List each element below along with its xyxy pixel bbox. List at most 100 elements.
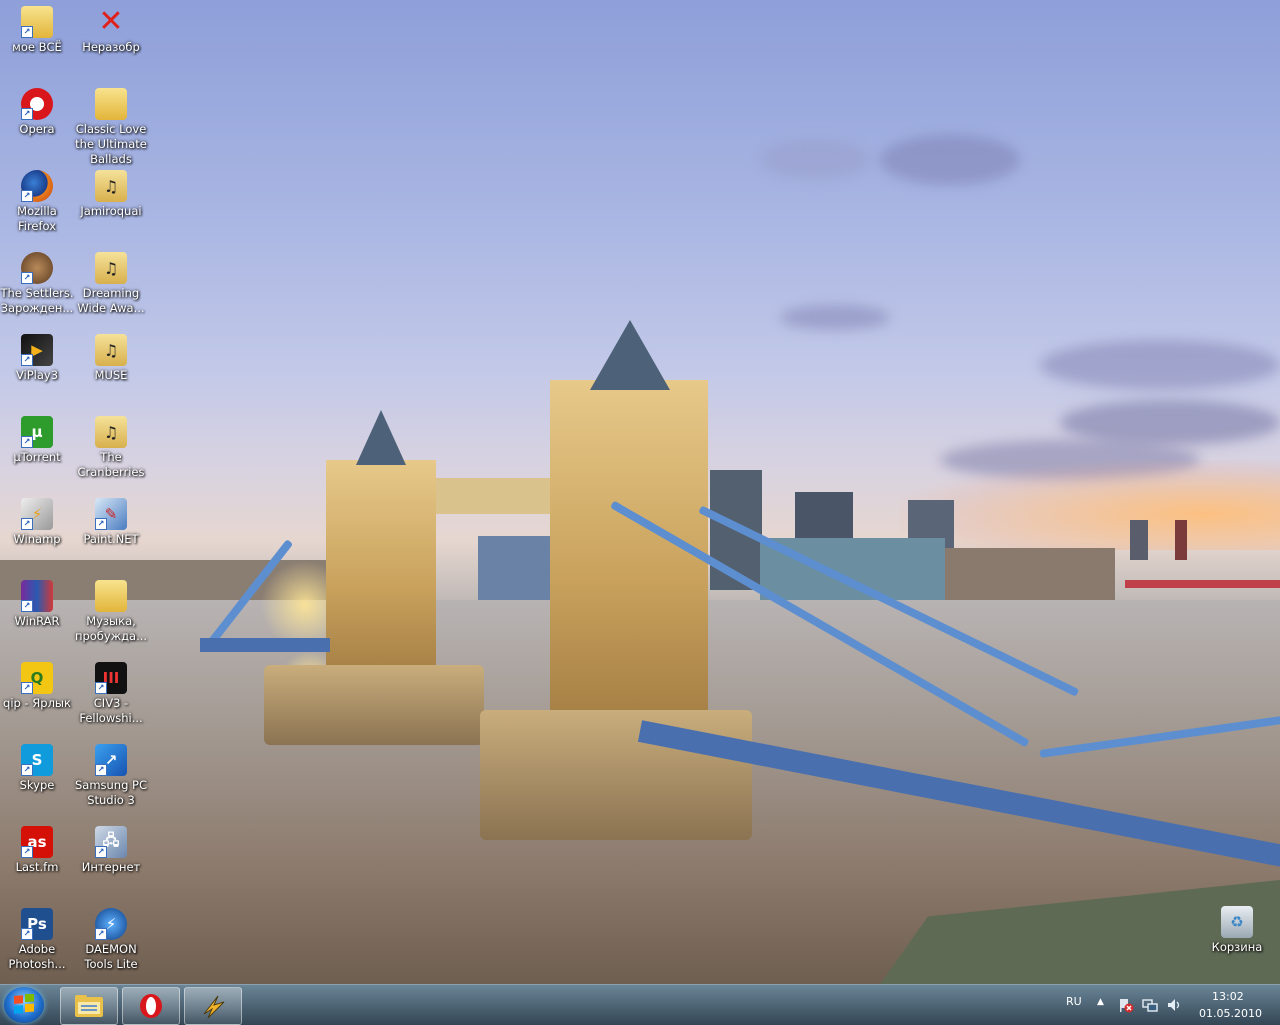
desktop-icon-label: ViPlay3: [15, 368, 59, 382]
desktop-icon-label: Paint.NET: [83, 532, 139, 546]
desktop-icon-label: Samsung PC Studio 3: [74, 778, 148, 807]
folder-icon: [95, 88, 127, 120]
desktop-icon[interactable]: Ps ↗ Adobe Photosh...: [0, 908, 75, 972]
shortcut-arrow-icon: ↗: [21, 764, 33, 776]
shortcut-arrow-icon: ↗: [95, 682, 107, 694]
desktop-icon[interactable]: ⚡ ↗ DAEMON Tools Lite: [73, 908, 149, 972]
firefox-icon: ↗: [21, 170, 53, 202]
desktop-icon[interactable]: Q ↗ qip - Ярлык: [0, 662, 75, 711]
civ3-icon: III ↗: [95, 662, 127, 694]
desktop-icon-label: Last.fm: [15, 860, 59, 874]
taskbar-winamp-button[interactable]: [184, 987, 242, 1025]
desktop-icon-label: Winamp: [13, 532, 61, 546]
samsung-icon: ↗ ↗: [95, 744, 127, 776]
shortcut-arrow-icon: ↗: [21, 436, 33, 448]
shortcut-arrow-icon: ↗: [21, 354, 33, 366]
shortcut-arrow-icon: ↗: [21, 108, 33, 120]
desktop-icon-label: Jamiroquai: [80, 204, 142, 218]
explorer-icon: [75, 995, 103, 1017]
desktop-icon[interactable]: ✕ Неразобр: [73, 6, 149, 55]
shortcut-arrow-icon: ↗: [95, 764, 107, 776]
windows-logo-icon: [14, 994, 34, 1014]
desktop-icon[interactable]: ↗ Opera: [0, 88, 75, 137]
desktop-icon[interactable]: S ↗ Skype: [0, 744, 75, 793]
desktop-icon-label: DAEMON Tools Lite: [84, 942, 138, 971]
qip-icon: Q ↗: [21, 662, 53, 694]
start-button[interactable]: [4, 987, 44, 1023]
taskbar-opera-button[interactable]: [122, 987, 180, 1025]
settlers-icon: ↗: [21, 252, 53, 284]
desktop-icon[interactable]: ♻ Корзина: [1199, 906, 1275, 955]
winamp-icon: [203, 995, 225, 1019]
desktop-icon-label: µTorrent: [13, 450, 61, 464]
desktop-icon[interactable]: 🖧 ↗ Интернет: [73, 826, 149, 875]
music-folder-icon: ♫: [95, 170, 127, 202]
desktop-icon[interactable]: ↗ Mozilla Firefox: [0, 170, 75, 234]
music-folder-icon: ♫: [95, 252, 127, 284]
desktop-icon[interactable]: ✎ ↗ Paint.NET: [73, 498, 149, 547]
desktop: ↗ мое ВСЁ ✕ Неразобр ↗ Opera Classic Love the …: [0, 0, 1280, 984]
desktop-icon-label: CIV3 - Fellowshi...: [79, 696, 143, 725]
desktop-icon-label: The Settlers. Зарожден...: [0, 286, 74, 315]
photoshop-icon: Ps ↗: [21, 908, 53, 940]
desktop-icon[interactable]: ♫ MUSE: [73, 334, 149, 383]
desktop-icon[interactable]: ↗ мое ВСЁ: [0, 6, 75, 55]
shortcut-arrow-icon: ↗: [21, 518, 33, 530]
paintnet-icon: ✎ ↗: [95, 498, 127, 530]
desktop-icon[interactable]: ↗ The Settlers. Зарожден...: [0, 252, 75, 316]
opera-icon: [140, 994, 162, 1018]
utorrent-icon: µ ↗: [21, 416, 53, 448]
desktop-icon[interactable]: ♫ Dreaming Wide Awa...: [73, 252, 149, 316]
winamp-icon: ⚡ ↗: [21, 498, 53, 530]
desktop-icon-label: Classic Love the Ultimate Ballads: [75, 122, 147, 166]
shortcut-arrow-icon: ↗: [95, 928, 107, 940]
desktop-icon-label: Dreaming Wide Awa...: [77, 286, 145, 315]
daemon-tools-icon: ⚡ ↗: [95, 908, 127, 940]
taskbar-explorer-button[interactable]: [60, 987, 118, 1025]
shortcut-arrow-icon: ↗: [21, 26, 33, 38]
viplay-icon: ▶ ↗: [21, 334, 53, 366]
shortcut-arrow-icon: ↗: [21, 272, 33, 284]
desktop-icon-label: Музыка, пробужда...: [74, 614, 148, 643]
language-indicator[interactable]: RU: [1066, 995, 1082, 1008]
desktop-icon[interactable]: Classic Love the Ultimate Ballads: [73, 88, 149, 167]
folder-icon: ↗: [21, 6, 53, 38]
desktop-icon[interactable]: ↗ ↗ Samsung PC Studio 3: [73, 744, 149, 808]
taskbar: RU ▲ 13:02 01.05.2010: [0, 984, 1280, 1025]
shortcut-arrow-icon: ↗: [21, 846, 33, 858]
desktop-icon-label: The Cranberries: [77, 450, 145, 479]
red-x-icon: ✕: [98, 4, 124, 39]
desktop-icon[interactable]: ↗ WinRAR: [0, 580, 75, 629]
volume-icon[interactable]: [1166, 997, 1182, 1017]
desktop-icon[interactable]: µ ↗ µTorrent: [0, 416, 75, 465]
shortcut-arrow-icon: ↗: [21, 928, 33, 940]
desktop-icon-label: Интернет: [81, 860, 141, 874]
desktop-icon-label: MUSE: [94, 368, 128, 382]
music-folder-icon: ♫: [95, 416, 127, 448]
desktop-icon[interactable]: as ↗ Last.fm: [0, 826, 75, 875]
clock-date[interactable]: 01.05.2010: [1199, 1007, 1262, 1020]
desktop-icon[interactable]: ⚡ ↗ Winamp: [0, 498, 75, 547]
flag-error-icon[interactable]: [1118, 997, 1134, 1017]
lastfm-icon: as ↗: [21, 826, 53, 858]
desktop-icon[interactable]: III ↗ CIV3 - Fellowshi...: [73, 662, 149, 726]
skype-icon: S ↗: [21, 744, 53, 776]
desktop-icon-label: Skype: [19, 778, 55, 792]
network-icon[interactable]: [1142, 997, 1158, 1017]
internet-icon: 🖧 ↗: [95, 826, 127, 858]
desktop-icon[interactable]: ♫ The Cranberries: [73, 416, 149, 480]
folder-icon: [95, 580, 127, 612]
desktop-icon-label: qip - Ярлык: [3, 696, 71, 710]
desktop-icon-label: Корзина: [1211, 940, 1263, 954]
clock-time[interactable]: 13:02: [1212, 990, 1244, 1003]
shortcut-arrow-icon: ↗: [21, 190, 33, 202]
desktop-icon-label: мое ВСЁ: [12, 40, 62, 54]
desktop-icon[interactable]: ▶ ↗ ViPlay3: [0, 334, 75, 383]
desktop-icon[interactable]: Музыка, пробужда...: [73, 580, 149, 644]
winrar-icon: ↗: [21, 580, 53, 612]
desktop-icon-label: Opera: [19, 122, 55, 136]
desktop-icon[interactable]: ♫ Jamiroquai: [73, 170, 149, 219]
show-hidden-icons-arrow[interactable]: ▲: [1097, 997, 1104, 1007]
shortcut-arrow-icon: ↗: [95, 846, 107, 858]
desktop-icon-label: WinRAR: [14, 614, 60, 628]
